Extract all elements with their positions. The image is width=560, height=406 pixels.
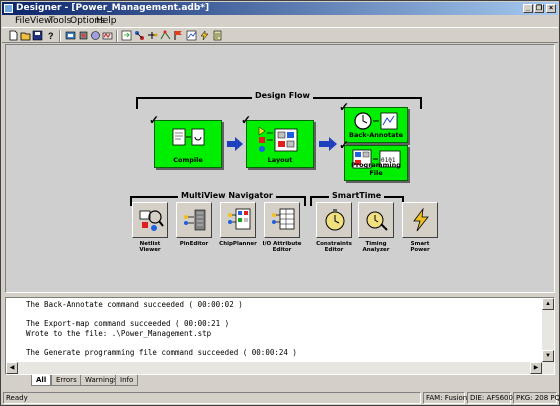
svg-text:?: ? (48, 31, 54, 41)
smart-power-label: Smart Power (410, 241, 430, 253)
layout-label: Layout (267, 156, 293, 164)
scroll-right-icon[interactable]: ▶ (530, 362, 542, 374)
netlist-viewer-button[interactable] (132, 202, 168, 238)
log-pane[interactable]: The Back-Annotate command succeeded ( 00… (5, 297, 555, 375)
back-annotate-label: Back-Annotate (349, 131, 403, 139)
toolbar-separator (59, 30, 61, 42)
status-bar: Ready FAM: Fusion DIE: AFS600 PKG: 208 P… (2, 391, 560, 405)
status-package: PKG: 208 PQFP (513, 392, 560, 404)
check-icon: ✓ (339, 138, 350, 152)
status-ready: Ready (3, 392, 421, 404)
layout-step[interactable]: ✓ Layout (241, 113, 314, 168)
chip-planner-icon (228, 208, 251, 230)
pin-editor-icon (184, 209, 206, 231)
window-title: Designer - [Power_Management.adb*] (16, 3, 210, 13)
new-file-icon[interactable] (8, 30, 19, 41)
status-family: FAM: Fusion (423, 392, 467, 404)
io-attribute-editor-label: I/O Attribute Editor (262, 241, 302, 253)
flow-arrowhead-icon (329, 137, 337, 151)
close-button[interactable]: × (546, 4, 556, 13)
route-tool-icon[interactable] (160, 30, 171, 41)
scroll-down-icon[interactable]: ▼ (542, 350, 554, 362)
check-icon: ✓ (339, 100, 350, 114)
back-annotate-icon (354, 112, 398, 130)
compile-step[interactable]: ✓ Compile (149, 113, 222, 168)
layout-icon (258, 126, 298, 152)
pin-editor-button[interactable] (176, 202, 212, 238)
design-flow-title: Design Flow (252, 91, 313, 100)
log-line: The Export-map command succeeded ( 00:00… (26, 319, 230, 328)
toolbar-separator-2 (116, 30, 118, 42)
check-icon: ✓ (149, 113, 160, 127)
chip-tool-icon[interactable] (78, 30, 89, 41)
programming-file-step[interactable]: ✓ 0101 Programming File (339, 138, 408, 181)
smart-power-icon (413, 207, 429, 232)
tab-info[interactable]: Info (115, 375, 139, 386)
minimize-button[interactable]: _ (523, 4, 533, 13)
io-attribute-editor-button[interactable] (264, 202, 300, 238)
log-line: The Generate programming file command su… (26, 347, 297, 357)
constraints-editor-icon (325, 209, 345, 231)
designer-window: Designer - [Power_Management.adb*] _ ❐ ×… (0, 0, 560, 406)
timing-tool-icon[interactable] (102, 30, 113, 41)
smart-power-button[interactable] (402, 202, 438, 238)
help-icon[interactable]: ? (45, 30, 56, 41)
compile-icon (172, 128, 205, 146)
flow-arrowhead-icon (235, 137, 243, 151)
log-vertical-scrollbar[interactable]: ▲ ▼ (542, 298, 554, 362)
back-annotate-step[interactable]: ✓ Back-Annotate (339, 100, 408, 143)
menu-tools[interactable]: Tools (49, 16, 71, 26)
menu-help[interactable]: Help (96, 16, 117, 26)
netlist-viewer-icon (139, 210, 164, 231)
timing-analyzer-icon (366, 211, 388, 231)
flag-tool-icon[interactable] (173, 30, 184, 41)
programming-file-label: Programming File (351, 161, 401, 177)
toolbar: ? (2, 27, 558, 43)
flow-arrow-icon (227, 141, 235, 147)
log-line: Wrote to the file: .\Power_Management.st… (26, 328, 212, 338)
save-icon[interactable] (32, 30, 43, 41)
design-flow-canvas: Design Flow ✓ Compile ✓ Layout ✓ Back-An… (5, 44, 555, 293)
tab-errors[interactable]: Errors (51, 375, 82, 386)
check-icon: ✓ (241, 113, 252, 127)
netlist-tool-icon[interactable] (65, 30, 76, 41)
power-tool-icon[interactable] (199, 30, 210, 41)
timing-analyzer-button[interactable] (358, 202, 394, 238)
status-die: DIE: AFS600 (467, 392, 513, 404)
io-attribute-editor-icon (272, 208, 295, 230)
compile-label: Compile (173, 156, 203, 164)
title-bar[interactable]: Designer - [Power_Management.adb*] _ ❐ × (2, 2, 558, 15)
log-horizontal-scrollbar[interactable]: ◀ ▶ (6, 362, 554, 374)
log-output: The Back-Annotate command succeeded ( 00… (26, 300, 297, 357)
menu-bar: File View Tools Options Help (2, 15, 558, 27)
program-tool-icon[interactable] (212, 30, 223, 41)
flow-arrow-icon (319, 141, 329, 147)
menu-file[interactable]: File (15, 16, 30, 26)
probe-tool-icon[interactable] (90, 30, 101, 41)
compile-tool-icon[interactable] (121, 30, 132, 41)
restore-button[interactable]: ❐ (534, 4, 544, 13)
multiview-title: MultiView Navigator (178, 191, 276, 200)
constraints-editor-button[interactable] (316, 202, 352, 238)
scroll-up-icon[interactable]: ▲ (542, 298, 554, 310)
chip-planner-button[interactable] (220, 202, 256, 238)
analyzer-tool-icon[interactable] (186, 30, 197, 41)
tab-all[interactable]: All (31, 375, 52, 386)
scroll-left-icon[interactable]: ◀ (6, 362, 18, 374)
log-tabs: All Errors Warnings Info (5, 375, 555, 387)
layout-tool-icon[interactable] (134, 30, 145, 41)
log-line: The Back-Annotate command succeeded ( 00… (26, 300, 243, 309)
app-icon (4, 4, 13, 13)
smarttime-title: SmartTime (329, 191, 385, 200)
pin-tool-icon[interactable] (147, 30, 158, 41)
open-folder-icon[interactable] (20, 30, 31, 41)
